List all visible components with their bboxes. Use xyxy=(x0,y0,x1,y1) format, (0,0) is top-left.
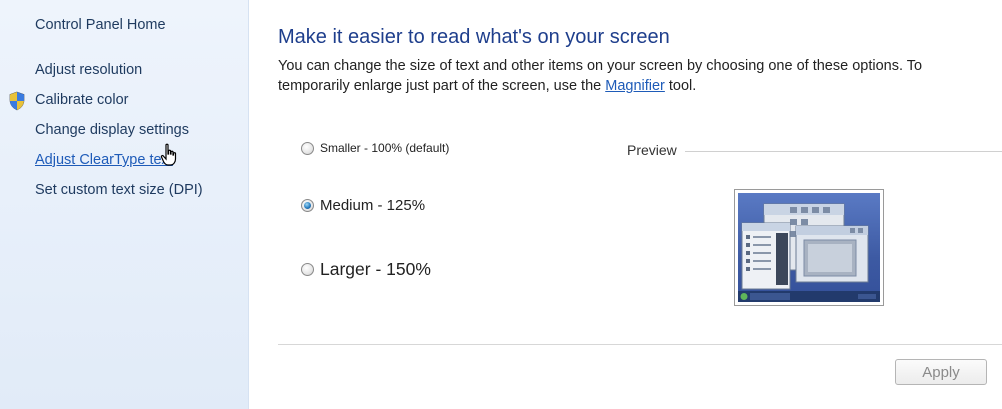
page-title: Make it easier to read what's on your sc… xyxy=(278,26,670,48)
magnifier-link[interactable]: Magnifier xyxy=(605,78,665,94)
option-medium-label: Medium - 125% xyxy=(320,197,426,214)
option-smaller[interactable]: Smaller - 100% (default) xyxy=(301,141,449,155)
option-larger[interactable]: Larger - 150% xyxy=(301,259,431,280)
sidebar-item-adjust-resolution[interactable]: Adjust resolution xyxy=(35,62,142,78)
option-larger-label: Larger - 150% xyxy=(320,259,431,279)
preview-image xyxy=(734,189,884,306)
preview-screen xyxy=(738,193,880,302)
bottom-divider xyxy=(278,344,1002,345)
description: You can change the size of text and othe… xyxy=(278,56,958,96)
option-smaller-label: Smaller - 100% (default) xyxy=(320,141,450,155)
sidebar-item-adjust-cleartype[interactable]: Adjust ClearType text xyxy=(35,152,173,168)
option-medium[interactable]: Medium - 125% xyxy=(301,197,425,214)
sidebar-item-calibrate-color[interactable]: Calibrate color xyxy=(35,92,129,108)
radio-medium[interactable] xyxy=(301,199,314,212)
radio-smaller[interactable] xyxy=(301,141,314,155)
apply-button[interactable]: Apply xyxy=(895,359,987,385)
description-text-end: tool. xyxy=(664,78,697,94)
control-panel-home-link[interactable]: Control Panel Home xyxy=(35,17,166,33)
description-text: You can change the size of text and othe… xyxy=(278,58,923,94)
desktop-preview-icon xyxy=(738,203,880,302)
main-content: Make it easier to read what's on your sc… xyxy=(249,0,1002,409)
shield-icon xyxy=(9,91,25,111)
sidebar-item-custom-text-size[interactable]: Set custom text size (DPI) xyxy=(35,182,203,198)
sidebar: Control Panel Home Adjust resolution Cal… xyxy=(0,0,249,409)
radio-larger[interactable] xyxy=(301,263,314,276)
sidebar-item-change-display-settings[interactable]: Change display settings xyxy=(35,122,189,138)
preview-label: Preview xyxy=(627,142,681,158)
hand-cursor-icon xyxy=(160,143,177,166)
preview-divider xyxy=(685,151,1002,152)
